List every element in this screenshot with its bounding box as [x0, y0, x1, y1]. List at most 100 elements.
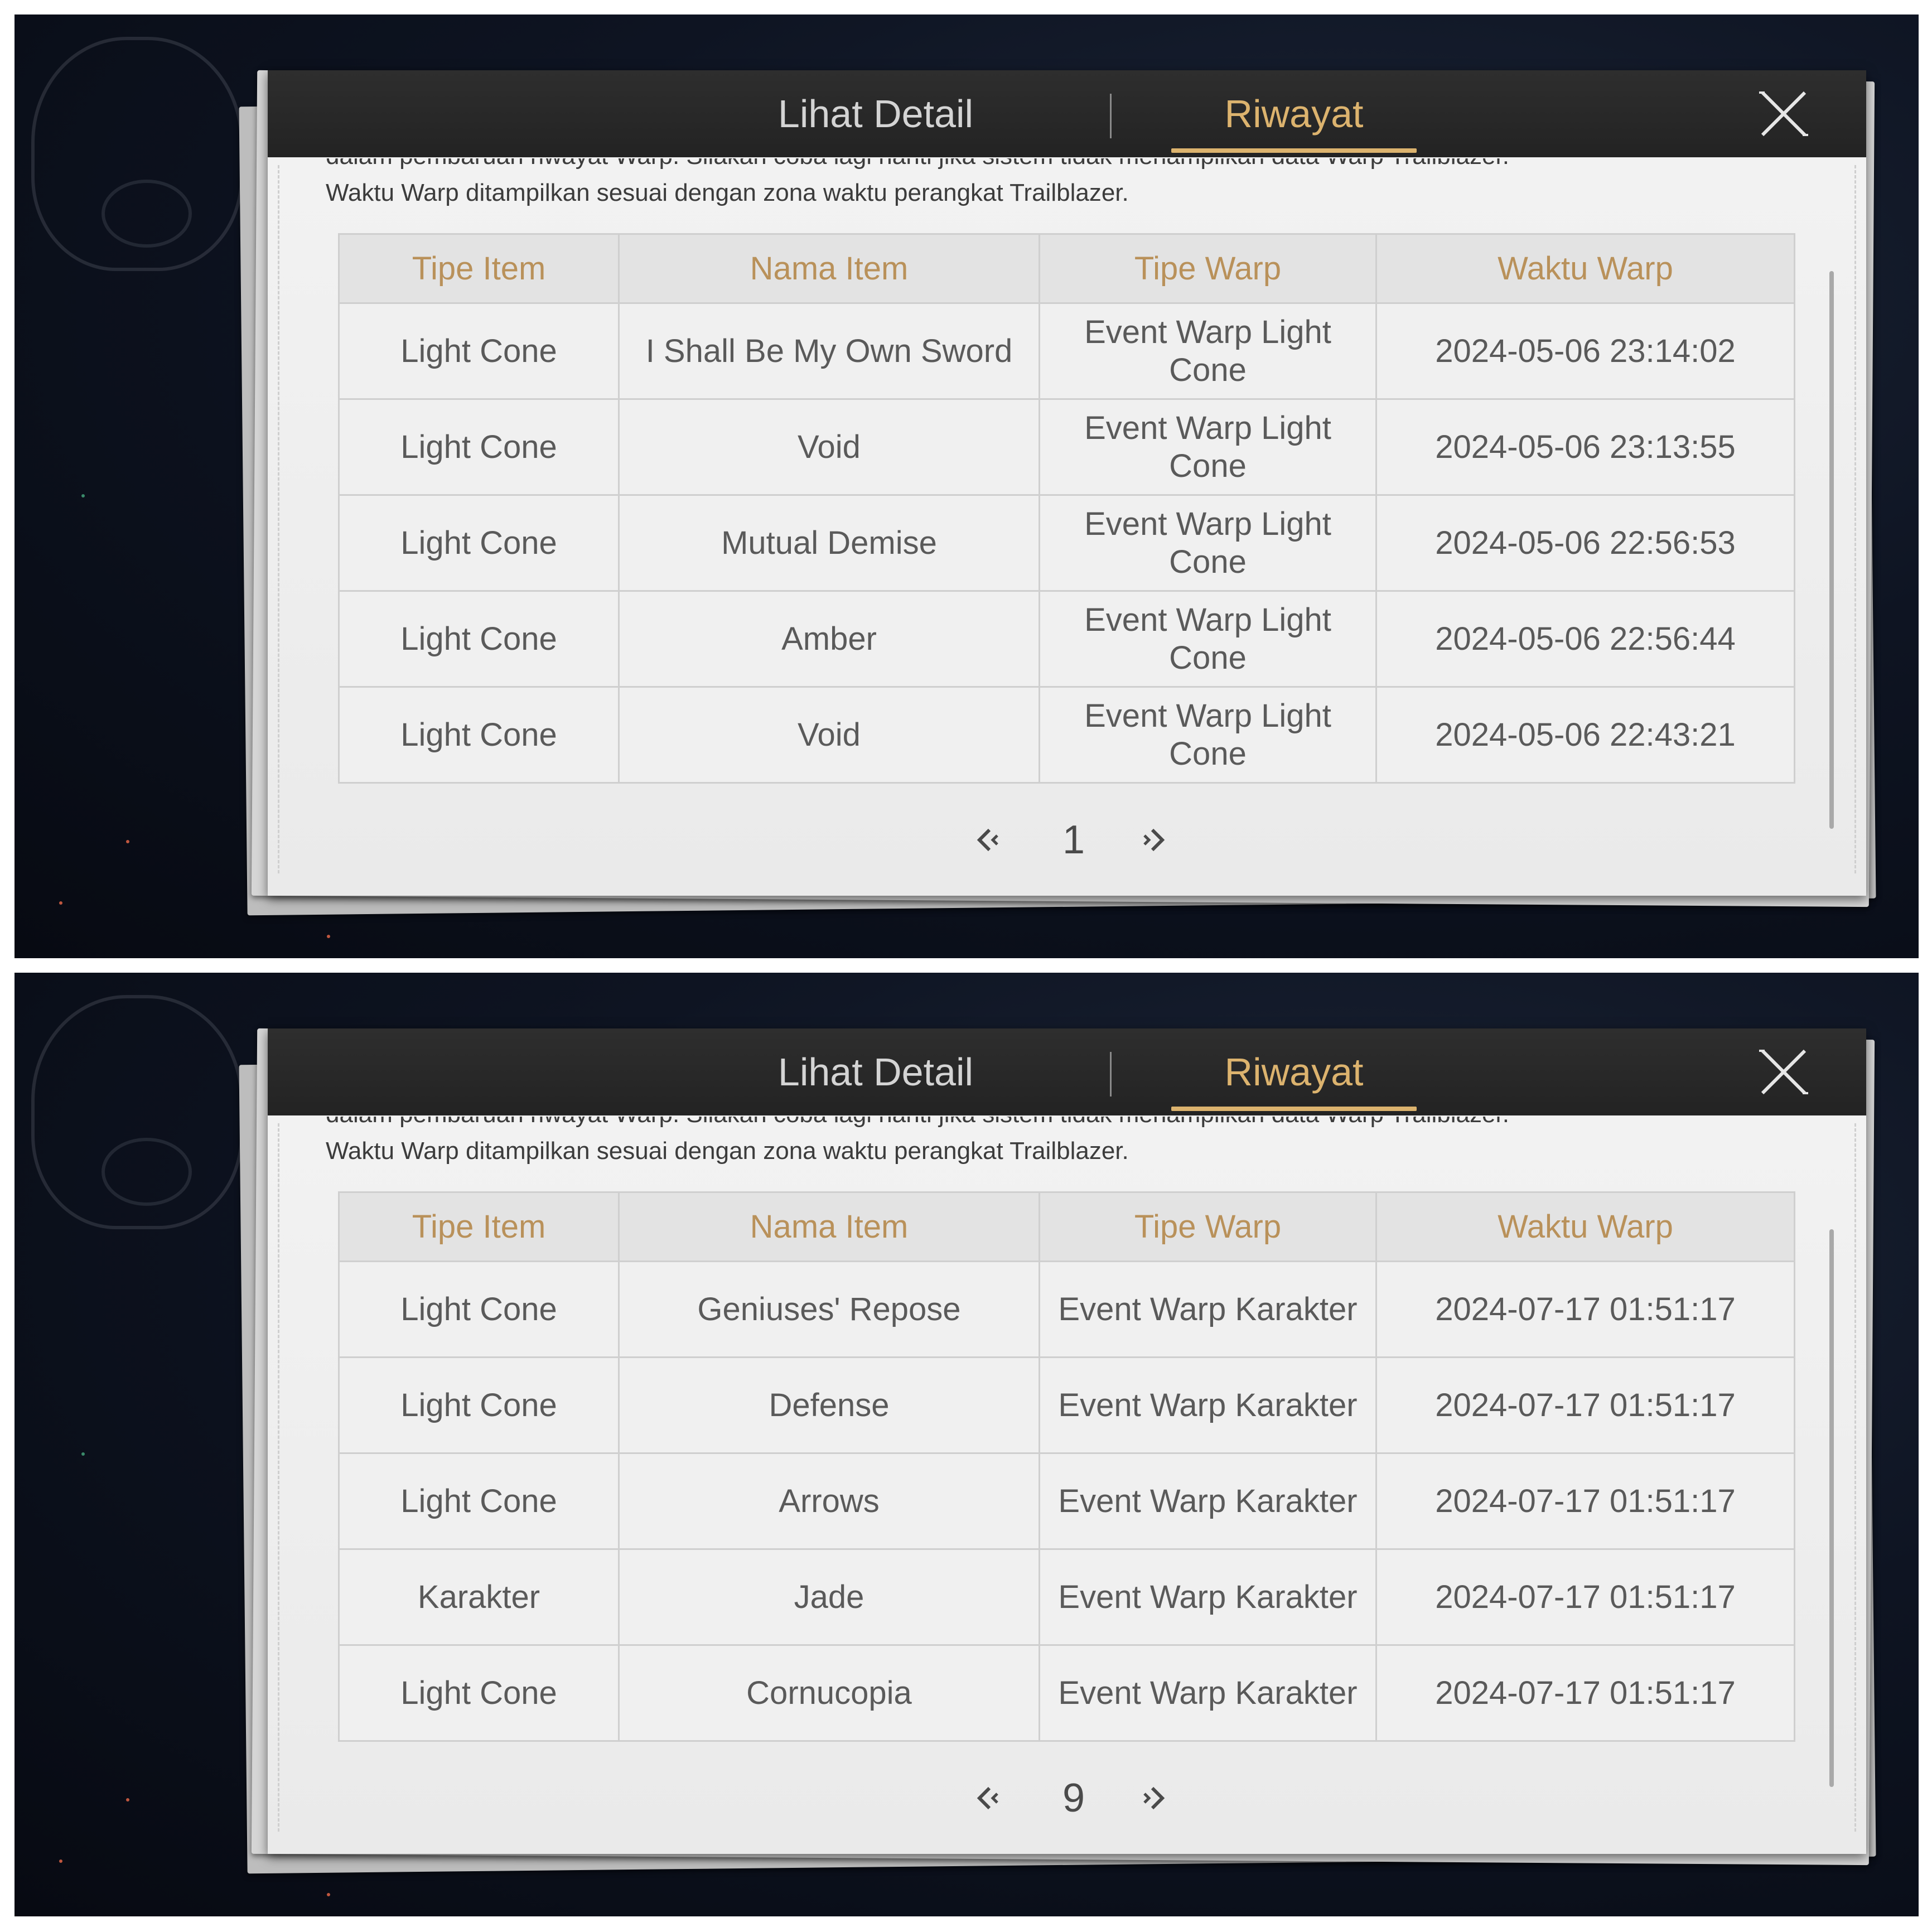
cell-waktu-warp: 2024-07-17 01:51:17 — [1375, 1260, 1795, 1358]
page-number: 1 — [1062, 818, 1085, 862]
table-header-row: Tipe Item Nama Item Tipe Warp Waktu Warp — [338, 233, 1795, 304]
cell-tipe-warp: Event Warp Light Cone — [1039, 302, 1377, 400]
cell-tipe-warp: Event Warp Light Cone — [1039, 590, 1377, 688]
table-scrollbar[interactable] — [1829, 1229, 1834, 1787]
cell-tipe-warp: Event Warp Karakter — [1039, 1260, 1377, 1358]
star-decoration — [327, 935, 330, 938]
cell-nama-item: Mutual Demise — [618, 494, 1040, 592]
prev-page-button[interactable] — [970, 1777, 1004, 1819]
star-decoration — [59, 901, 62, 905]
close-x-icon — [1759, 91, 1808, 137]
pagination: 1 — [268, 806, 1866, 873]
star-decoration — [126, 1798, 129, 1801]
paper-dashed-edge — [1854, 1123, 1856, 1832]
cell-nama-item: Geniuses' Repose — [618, 1260, 1040, 1358]
close-button[interactable] — [1757, 87, 1810, 141]
cell-nama-item: Amber — [618, 590, 1040, 688]
table-row: Light Cone Cornucopia Event Warp Karakte… — [338, 1644, 1795, 1742]
cell-nama-item: Void — [618, 686, 1040, 784]
tab-lihat-detail[interactable]: Lihat Detail — [725, 70, 1026, 157]
chevron-left-icon — [977, 828, 998, 852]
table-scrollbar[interactable] — [1829, 271, 1834, 829]
cell-tipe-item: Light Cone — [338, 1260, 620, 1358]
chevron-right-icon — [1143, 828, 1165, 852]
paper-dashed-edge — [278, 165, 279, 873]
tab-divider — [1110, 1052, 1112, 1097]
cell-tipe-warp: Event Warp Light Cone — [1039, 494, 1377, 592]
cell-tipe-item: Light Cone — [338, 686, 620, 784]
cell-waktu-warp: 2024-05-06 22:43:21 — [1375, 686, 1795, 784]
cell-nama-item: I Shall Be My Own Sword — [618, 302, 1040, 400]
cell-tipe-item: Light Cone — [338, 302, 620, 400]
star-decoration — [59, 1859, 62, 1863]
warp-history-dialog: Lihat Detail Riwayat dalam pembaruan riw… — [268, 1028, 1866, 1854]
warp-history-dialog: Lihat Detail Riwayat dalam pembaruan riw… — [268, 70, 1866, 896]
close-button[interactable] — [1757, 1045, 1810, 1099]
close-x-icon — [1759, 1049, 1808, 1095]
table-row: Light Cone Geniuses' Repose Event Warp K… — [338, 1260, 1795, 1358]
pagination: 9 — [268, 1765, 1866, 1832]
tab-lihat-detail[interactable]: Lihat Detail — [725, 1028, 1026, 1115]
notice-line-cut: dalam pembaruan riwayat Warp. Silakan co… — [326, 158, 1809, 171]
next-page-button[interactable] — [1138, 1777, 1171, 1819]
column-header-tipe-warp: Tipe Warp — [1039, 1191, 1377, 1262]
star-decoration — [81, 1452, 85, 1456]
cell-waktu-warp: 2024-05-06 23:14:02 — [1375, 302, 1795, 400]
page-number: 9 — [1062, 1776, 1085, 1820]
table-row: Light Cone I Shall Be My Own Sword Event… — [338, 302, 1795, 400]
star-decoration — [81, 494, 85, 498]
warp-notice-text: dalam pembaruan riwayat Warp. Silakan co… — [326, 158, 1809, 214]
paper-dashed-edge — [1854, 165, 1856, 873]
tab-riwayat[interactable]: Riwayat — [1171, 70, 1417, 157]
column-header-waktu-warp: Waktu Warp — [1375, 233, 1795, 304]
column-header-tipe-item: Tipe Item — [338, 233, 620, 304]
column-header-tipe-warp: Tipe Warp — [1039, 233, 1377, 304]
table-row: Light Cone Void Event Warp Light Cone 20… — [338, 686, 1795, 784]
table-row: Light Cone Defense Event Warp Karakter 2… — [338, 1356, 1795, 1454]
column-header-tipe-item: Tipe Item — [338, 1191, 620, 1262]
paper-dashed-edge — [278, 1123, 279, 1832]
star-decoration — [327, 1893, 330, 1896]
mascot-outline-decoration — [31, 995, 243, 1229]
warp-notice-text: dalam pembaruan riwayat Warp. Silakan co… — [326, 1117, 1809, 1172]
next-page-button[interactable] — [1138, 819, 1171, 861]
cell-tipe-item: Light Cone — [338, 1452, 620, 1550]
cell-nama-item: Defense — [618, 1356, 1040, 1454]
cell-tipe-item: Light Cone — [338, 1644, 620, 1742]
table-row: Karakter Jade Event Warp Karakter 2024-0… — [338, 1548, 1795, 1646]
cell-waktu-warp: 2024-07-17 01:51:17 — [1375, 1644, 1795, 1742]
cell-tipe-warp: Event Warp Karakter — [1039, 1356, 1377, 1454]
screenshot-panel-2: Lihat Detail Riwayat dalam pembaruan riw… — [15, 973, 1919, 1916]
cell-waktu-warp: 2024-07-17 01:51:17 — [1375, 1356, 1795, 1454]
notice-line-cut: dalam pembaruan riwayat Warp. Silakan co… — [326, 1117, 1809, 1129]
cell-tipe-item: Light Cone — [338, 1356, 620, 1454]
chevron-right-icon — [1143, 1786, 1165, 1810]
table-row: Light Cone Mutual Demise Event Warp Ligh… — [338, 494, 1795, 592]
dialog-tab-bar: Lihat Detail Riwayat — [268, 1028, 1866, 1115]
notice-line: Waktu Warp ditampilkan sesuai dengan zon… — [326, 1137, 1129, 1165]
prev-page-button[interactable] — [970, 819, 1004, 861]
table-row: Light Cone Amber Event Warp Light Cone 2… — [338, 590, 1795, 688]
column-header-nama-item: Nama Item — [618, 233, 1040, 304]
table-header-row: Tipe Item Nama Item Tipe Warp Waktu Warp — [338, 1191, 1795, 1262]
table-row: Light Cone Void Event Warp Light Cone 20… — [338, 398, 1795, 496]
cell-nama-item: Void — [618, 398, 1040, 496]
notice-line: Waktu Warp ditampilkan sesuai dengan zon… — [326, 179, 1129, 206]
screenshot-panel-1: Lihat Detail Riwayat dalam pembaruan riw… — [15, 15, 1919, 958]
cell-tipe-warp: Event Warp Karakter — [1039, 1644, 1377, 1742]
cell-waktu-warp: 2024-05-06 22:56:44 — [1375, 590, 1795, 688]
tab-riwayat[interactable]: Riwayat — [1171, 1028, 1417, 1115]
column-header-nama-item: Nama Item — [618, 1191, 1040, 1262]
cell-waktu-warp: 2024-07-17 01:51:17 — [1375, 1452, 1795, 1550]
cell-nama-item: Jade — [618, 1548, 1040, 1646]
cell-tipe-warp: Event Warp Karakter — [1039, 1548, 1377, 1646]
cell-waktu-warp: 2024-07-17 01:51:17 — [1375, 1548, 1795, 1646]
cell-tipe-warp: Event Warp Karakter — [1039, 1452, 1377, 1550]
star-decoration — [126, 840, 129, 843]
cell-tipe-item: Light Cone — [338, 590, 620, 688]
cell-nama-item: Cornucopia — [618, 1644, 1040, 1742]
warp-history-table: Tipe Item Nama Item Tipe Warp Waktu Warp… — [338, 233, 1795, 784]
cell-tipe-warp: Event Warp Light Cone — [1039, 398, 1377, 496]
cell-waktu-warp: 2024-05-06 22:56:53 — [1375, 494, 1795, 592]
dialog-tab-bar: Lihat Detail Riwayat — [268, 70, 1866, 157]
